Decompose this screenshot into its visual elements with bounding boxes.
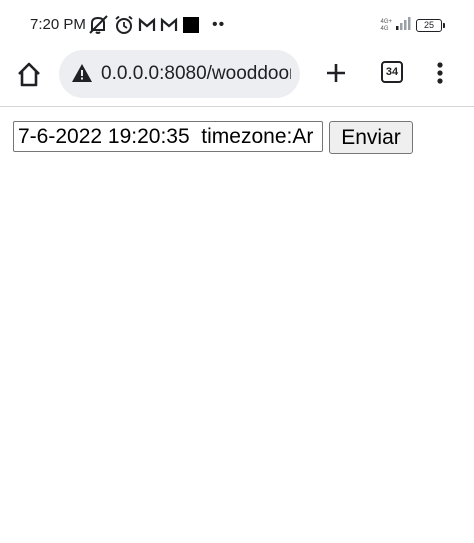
url-text[interactable]: 0.0.0.0:8080/wooddoor — [101, 63, 291, 85]
signal-icon — [396, 16, 412, 35]
submit-button[interactable]: Enviar — [329, 121, 413, 154]
alarm-icon — [114, 15, 134, 35]
datetime-input[interactable] — [13, 121, 323, 152]
address-bar[interactable]: 0.0.0.0:8080/wooddoor — [59, 50, 300, 98]
browser-toolbar: 0.0.0.0:8080/wooddoor 34 — [0, 48, 474, 106]
more-vertical-icon[interactable] — [432, 60, 448, 88]
notification-square-icon — [182, 16, 200, 34]
home-icon[interactable] — [14, 60, 44, 90]
battery-icon: 25 — [416, 19, 445, 32]
more-dots-icon: •• — [212, 16, 226, 33]
status-time: 7:20 PM — [30, 16, 86, 33]
notification-icons: •• — [88, 14, 225, 36]
new-tab-plus-icon[interactable] — [322, 59, 350, 87]
system-icons: 4G+ 4G 25 — [380, 16, 445, 35]
tabs-icon[interactable]: 34 — [381, 61, 403, 83]
toolbar-divider — [0, 106, 474, 107]
gmail-icon — [160, 17, 178, 33]
network-type-label: 4G+ 4G — [380, 18, 392, 32]
gmail-icon — [138, 17, 156, 33]
status-bar: 7:20 PM •• 4G+ 4G 25 — [0, 0, 474, 52]
not-secure-warning-icon[interactable] — [71, 63, 93, 88]
mute-icon — [88, 15, 110, 35]
